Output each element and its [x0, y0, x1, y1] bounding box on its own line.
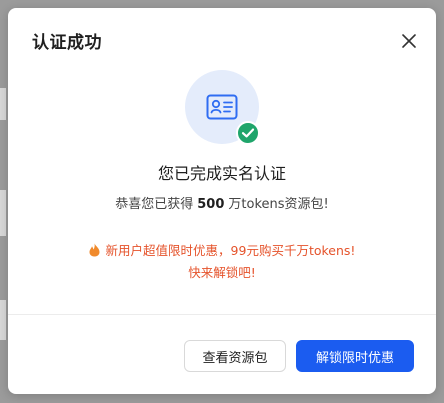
backdrop-content	[0, 88, 6, 120]
verification-success-dialog: 认证成功 您已完成实名认证 恭喜您已获得 500 万tokens资源包! 新用户…	[8, 8, 436, 394]
reward-amount: 500	[197, 197, 225, 212]
view-resource-pack-button[interactable]: 查看资源包	[184, 340, 286, 372]
reward-text-prefix: 恭喜您已获得	[115, 197, 194, 212]
flame-icon	[89, 243, 100, 257]
promo-line-1: 新用户超值限时优惠，99元购买千万tokens!	[105, 243, 356, 258]
id-card-icon	[206, 94, 238, 120]
footer-divider	[8, 314, 436, 315]
promo-line: 新用户超值限时优惠，99元购买千万tokens!	[8, 240, 436, 262]
promo-message: 新用户超值限时优惠，99元购买千万tokens! 快来解锁吧!	[8, 240, 436, 284]
dialog-title: 认证成功	[32, 33, 102, 53]
backdrop-content	[0, 300, 6, 340]
reward-text-suffix: 万tokens资源包!	[228, 197, 329, 212]
unlock-offer-button[interactable]: 解锁限时优惠	[296, 340, 414, 372]
close-button[interactable]	[398, 30, 420, 52]
close-icon	[402, 34, 416, 48]
reward-message: 恭喜您已获得 500 万tokens资源包!	[8, 193, 436, 212]
backdrop-content	[0, 190, 6, 236]
promo-line-2: 快来解锁吧!	[188, 265, 256, 280]
success-heading: 您已完成实名认证	[157, 164, 286, 183]
verification-illustration	[185, 70, 260, 145]
check-circle-icon	[236, 121, 260, 145]
